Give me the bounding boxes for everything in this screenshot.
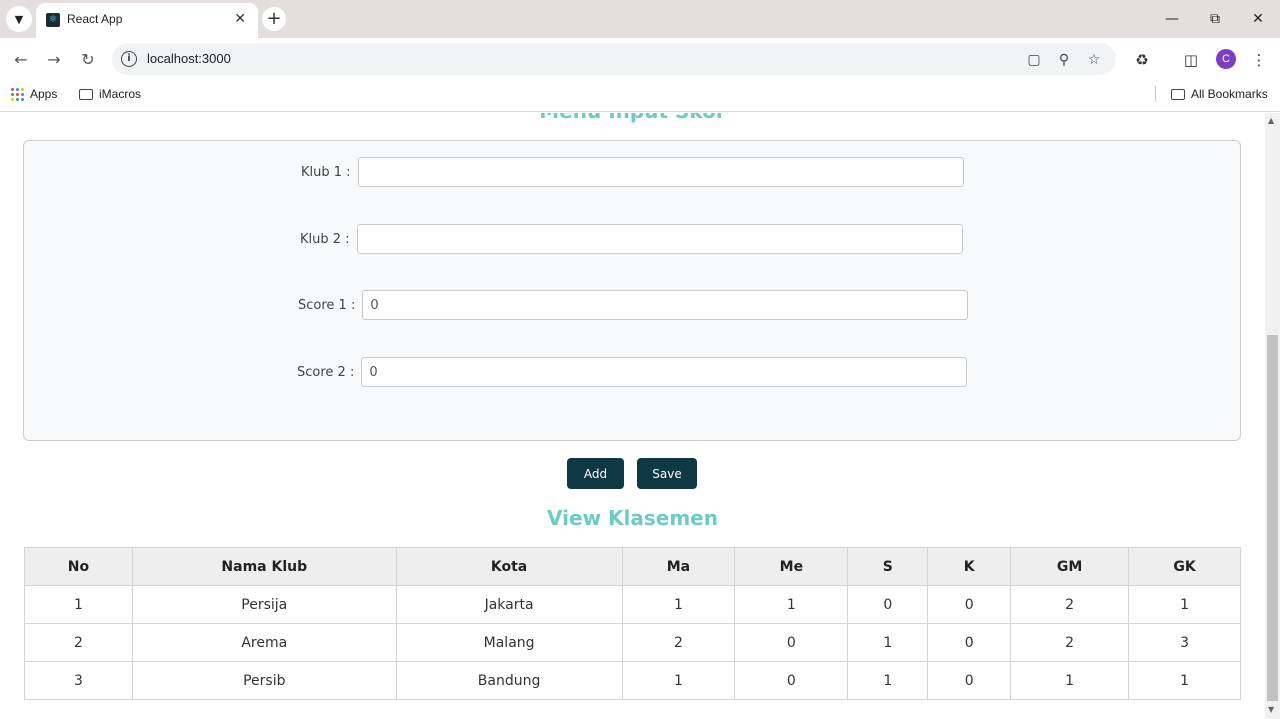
klub1-label: Klub 1 : (301, 164, 351, 180)
save-button[interactable]: Save (637, 458, 697, 489)
restore-icon[interactable]: ⧉ (1200, 8, 1230, 30)
tab-search-icon[interactable]: ▼ (6, 6, 32, 32)
tab-close-icon[interactable]: ✕ (234, 11, 246, 27)
profile-avatar[interactable]: C (1216, 49, 1236, 69)
react-favicon-icon: ⚛ (46, 13, 60, 27)
table-row: 1 Persija Jakarta 1 1 0 0 2 1 (24, 585, 1241, 624)
klub2-input[interactable] (356, 224, 963, 254)
klub2-row: Klub 2 : (300, 224, 963, 254)
cell-me: 1 (734, 585, 849, 624)
side-panel-icon[interactable]: ◫ (1180, 49, 1202, 71)
header-no: No (24, 547, 133, 586)
klub1-row: Klub 1 : (301, 157, 964, 187)
cell-nama-klub: Persija (131, 585, 397, 624)
scroll-down-icon[interactable]: ▼ (1268, 705, 1274, 714)
reload-icon[interactable]: ↻ (78, 49, 98, 69)
header-nama-klub: Nama Klub (131, 547, 397, 586)
cell-kota: Bandung (395, 661, 623, 700)
bookmark-apps[interactable]: Apps (11, 87, 57, 101)
tab-strip: ▼ ⚛ React App ✕ + — ⧉ ✕ (0, 0, 1280, 38)
bookmark-all-label: All Bookmarks (1191, 87, 1268, 101)
score2-input[interactable] (361, 357, 968, 387)
header-ma: Ma (621, 547, 736, 586)
scroll-up-icon[interactable]: ▲ (1268, 116, 1274, 125)
folder-icon (1171, 88, 1185, 100)
header-gm: GM (1010, 547, 1130, 586)
table-header-row: No Nama Klub Kota Ma Me S K GM GK (24, 547, 1241, 586)
klasemen-table: No Nama Klub Kota Ma Me S K GM GK 1 Pers… (24, 547, 1241, 700)
table-row: 3 Persib Bandung 1 0 1 0 1 1 (24, 661, 1241, 700)
cell-k: 0 (927, 585, 1012, 624)
back-icon[interactable]: ← (11, 49, 31, 69)
header-gk: GK (1128, 547, 1241, 586)
page-viewport: Menu Input Skor Klub 1 : Klub 2 : Score … (0, 113, 1265, 719)
cell-me: 0 (734, 661, 849, 700)
cell-k: 0 (927, 623, 1012, 662)
cell-s: 1 (847, 661, 929, 700)
active-tab[interactable]: ⚛ React App ✕ (36, 3, 258, 38)
bookmark-all[interactable]: All Bookmarks (1171, 87, 1268, 101)
cell-s: 0 (847, 585, 929, 624)
header-k: K (927, 547, 1012, 586)
bookmarks-bar: Apps iMacros All Bookmarks (0, 80, 1280, 112)
browser-toolbar: ← → ↻ i localhost:3000 ▢ ⚲ ☆ ♻ ◫ ⋮ (0, 38, 1280, 80)
bookmark-imacros-label: iMacros (99, 87, 142, 101)
header-s: S (847, 547, 929, 586)
bookmark-star-icon[interactable]: ☆ (1084, 50, 1104, 70)
cell-ma: 2 (621, 623, 736, 662)
forward-icon[interactable]: → (44, 49, 64, 69)
cell-no: 1 (24, 585, 133, 624)
cell-ma: 1 (621, 661, 736, 700)
score1-row: Score 1 : (298, 290, 969, 320)
klub2-label: Klub 2 : (300, 231, 350, 247)
extensions-icon[interactable]: ♻ (1131, 49, 1153, 71)
site-info-icon[interactable]: i (121, 51, 137, 67)
cell-nama-klub: Persib (131, 661, 397, 700)
minimize-icon[interactable]: — (1157, 8, 1187, 30)
score2-label: Score 2 : (297, 364, 355, 380)
header-me: Me (734, 547, 849, 586)
cell-no: 2 (24, 623, 133, 662)
klub1-input[interactable] (357, 157, 964, 187)
bookmarks-divider (1155, 86, 1156, 102)
cell-gk: 1 (1128, 585, 1241, 624)
cell-ma: 1 (621, 585, 736, 624)
score2-row: Score 2 : (297, 357, 968, 387)
window-close-icon[interactable]: ✕ (1243, 8, 1273, 30)
table-row: 2 Arema Malang 2 0 1 0 2 3 (24, 623, 1241, 662)
zoom-icon[interactable]: ⚲ (1054, 50, 1074, 70)
cell-gk: 1 (1128, 661, 1241, 700)
folder-icon (79, 88, 93, 100)
bookmark-imacros[interactable]: iMacros (79, 87, 141, 101)
add-button[interactable]: Add (567, 458, 624, 489)
cell-gm: 2 (1010, 585, 1130, 624)
bookmark-apps-label: Apps (30, 87, 58, 101)
header-kota: Kota (395, 547, 623, 586)
address-bar[interactable]: i localhost:3000 ▢ ⚲ ☆ (112, 43, 1116, 75)
cell-k: 0 (927, 661, 1012, 700)
input-section-title: Menu Input Skor (0, 113, 1265, 123)
install-app-icon[interactable]: ▢ (1024, 50, 1044, 70)
chrome-menu-icon[interactable]: ⋮ (1248, 49, 1270, 71)
cell-nama-klub: Arema (131, 623, 397, 662)
tab-title: React App (67, 12, 123, 26)
page-scrollbar[interactable]: ▲ ▼ (1265, 113, 1280, 719)
scrollbar-thumb[interactable] (1267, 335, 1278, 701)
score-input-form: Klub 1 : Klub 2 : Score 1 : Score 2 : (23, 140, 1241, 441)
url-text: localhost:3000 (147, 51, 231, 66)
cell-gm: 1 (1010, 661, 1130, 700)
cell-kota: Malang (395, 623, 623, 662)
cell-gm: 2 (1010, 623, 1130, 662)
cell-me: 0 (734, 623, 849, 662)
cell-gk: 3 (1128, 623, 1241, 662)
score1-input[interactable] (362, 290, 969, 320)
score1-label: Score 1 : (298, 297, 356, 313)
cell-s: 1 (847, 623, 929, 662)
apps-grid-icon (11, 87, 24, 101)
cell-kota: Jakarta (395, 585, 623, 624)
new-tab-icon[interactable]: + (262, 7, 286, 31)
klasemen-title: View Klasemen (547, 506, 718, 530)
cell-no: 3 (24, 661, 133, 700)
